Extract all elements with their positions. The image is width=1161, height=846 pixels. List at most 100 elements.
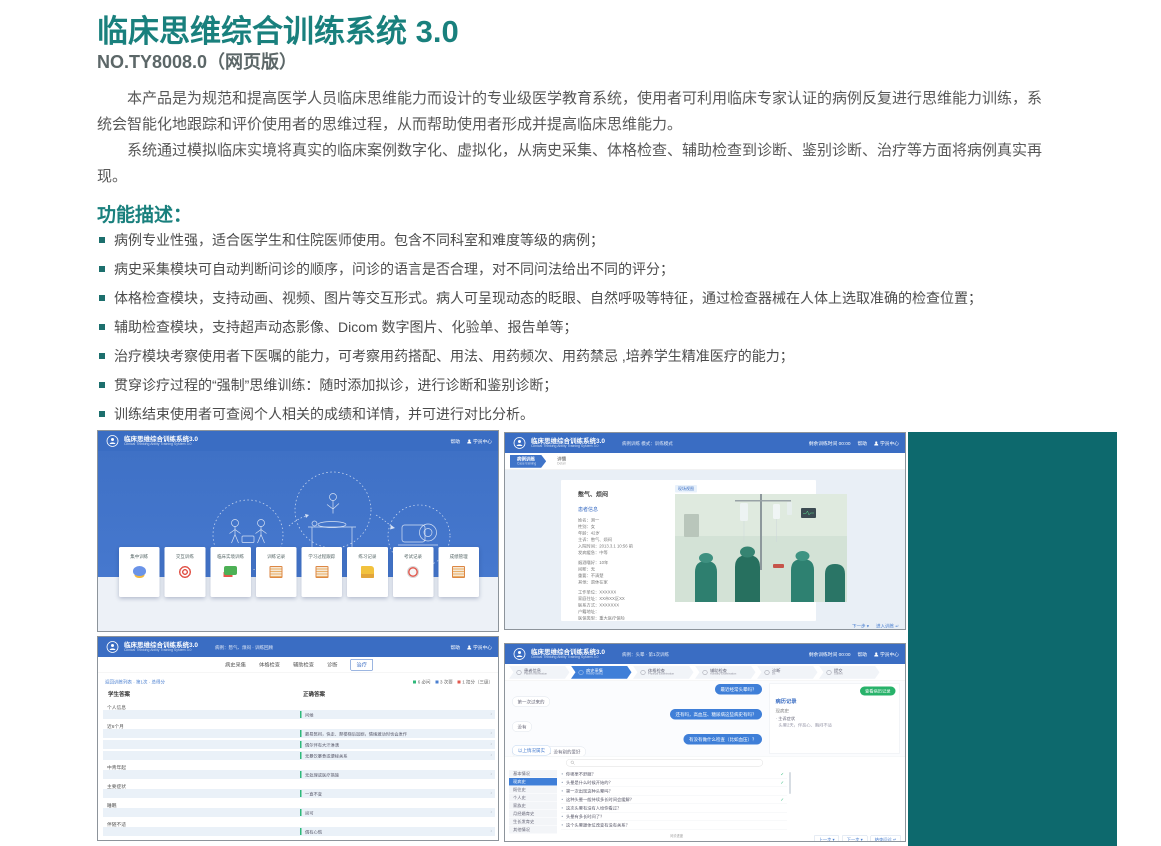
next-step-link[interactable]: 下一步 ▾ [852, 623, 869, 630]
back-to-list-link[interactable]: 返回训练列表 · 第1次 · 总得分 [105, 678, 165, 685]
end-inquiry-button[interactable]: 结束问诊 ↵ [870, 835, 901, 842]
tile-icon [407, 566, 419, 578]
bullet-icon [99, 295, 105, 301]
bullet-icon: • [562, 796, 563, 804]
question-item[interactable]: • 这个头晕跟体位改变有没有关系？ ✓ [561, 821, 787, 830]
confirm-pill[interactable]: 以上情况属实 [512, 745, 551, 756]
user-menu[interactable]: 学员中心 [467, 644, 492, 651]
feature-item: 病例专业性强，适合医学生和住院医师使用。包含不同科室和难度等级的病例； [97, 232, 1049, 249]
module-tile[interactable]: 集中训练 [119, 547, 160, 597]
module-tile[interactable]: 成绩管理 [438, 547, 479, 597]
wizard-step[interactable]: 病史采集History taking [571, 666, 632, 679]
question-item[interactable]: • 你哪里不舒服？ ✓ [561, 770, 787, 779]
app-logo-icon [513, 648, 526, 661]
breadcrumb-detail[interactable]: 详情Detail [550, 455, 576, 468]
tab[interactable]: 体格检查 [259, 661, 280, 669]
chevron-right-icon: › [490, 742, 492, 748]
tile-label: 学习过程跟踪 [302, 553, 343, 560]
chevron-right-icon: › [490, 829, 492, 835]
question-item[interactable]: • 这种头晕一般持续多长时间会缓解？ ✓ [561, 796, 787, 805]
breadcrumb: 病例训练Case training 详情Detail [505, 453, 906, 470]
wizard-step[interactable]: 诊断Dx [757, 666, 818, 679]
module-tile[interactable]: 练习记录 [347, 547, 388, 597]
wizard-step[interactable]: 辅助检查Auxiliary Examination [695, 666, 756, 679]
category-item[interactable]: 月经婚育史 [509, 810, 557, 818]
user-menu[interactable]: 学员中心 [467, 438, 492, 445]
tab[interactable]: 诊断 [327, 661, 338, 669]
question-item[interactable]: • 这次头晕有没有人给你看过？ ✓ [561, 804, 787, 813]
category-item[interactable]: 既往史 [509, 786, 557, 794]
user-menu[interactable]: 学员中心 [874, 440, 899, 447]
time-left-label: 剩余训练时间 00:00 [809, 440, 851, 447]
tab[interactable]: 病史采集 [225, 661, 246, 669]
category-item[interactable]: 个人史 [509, 794, 557, 802]
features-heading: 功能描述： [97, 200, 192, 227]
user-menu[interactable]: 学员中心 [874, 651, 899, 658]
screenshot-dashboard: 临床思维综合训练系统3.0Clinical Thinking Ability T… [97, 430, 499, 632]
category-item[interactable]: 现病史 [509, 778, 557, 786]
answer-marker [300, 790, 302, 797]
screenshot-answer-review: 临床思维综合训练系统3.0Clinical Thinking Ability T… [97, 636, 499, 841]
help-link[interactable]: 帮助 [450, 644, 460, 651]
patient-info-line: 医保类型：重大医疗保险 [578, 615, 668, 622]
category-item[interactable]: 家族史 [509, 802, 557, 810]
bullet-icon [99, 353, 105, 359]
question-item[interactable]: • 头晕有多长时间了？ ✓ [561, 813, 787, 822]
patient-info-link[interactable]: 患者信息 [578, 505, 598, 513]
chevron-right-icon: › [490, 791, 492, 797]
bullet-icon [99, 382, 105, 388]
header-case-info: 病例：憋气、烦闷 · 训练回顾 [215, 644, 273, 651]
help-link[interactable]: 帮助 [857, 651, 867, 658]
bullet-icon [99, 324, 105, 330]
module-tile[interactable]: 临床实境训练 [210, 547, 251, 597]
step-icon [579, 670, 584, 675]
help-link[interactable]: 帮助 [857, 440, 867, 447]
time-left-label: 剩余训练时间 00:00 [809, 651, 851, 658]
wizard-step[interactable]: 患者信息Patient Information [509, 666, 570, 679]
answer-row: 主要症状 › [98, 781, 499, 789]
answer-marker [300, 730, 302, 737]
intro-paragraph: 本产品是为规范和提高医学人员临床思维能力而设计的专业级医学教育系统，使用者可利用… [97, 86, 1045, 138]
category-item[interactable]: 基本情况 [509, 770, 557, 778]
wizard-step[interactable]: 体格检查Physical Examination [633, 666, 694, 679]
review-tabs: 病史采集 体格检查 辅助检查 诊断 治疗 [98, 657, 499, 673]
question-item[interactable]: • 第一次出现这种头晕吗？ ✓ [561, 787, 787, 796]
check-icon: ✓ [780, 796, 784, 804]
app-title-en: Clinical Thinking Ability Training Syste… [124, 649, 198, 653]
user-icon [874, 652, 879, 657]
question-item[interactable]: • 头晕是什么时候开始的？ ✓ [561, 779, 787, 788]
case-card: 憋气、烦闷 患者信息 姓名：测一性别：女年龄：42岁主诉：憋气、烦闷入院时间：2… [561, 480, 816, 621]
answer-row: 中青年起 › [98, 762, 499, 770]
answer-rows: 个人信息 › 问候 › [98, 702, 499, 841]
scrollbar[interactable] [789, 772, 791, 794]
category-item[interactable]: 生长发育史 [509, 818, 557, 826]
tile-label: 临床实境训练 [210, 553, 251, 560]
wizard-step[interactable]: 提交Submit [819, 666, 880, 679]
bullet-icon [99, 237, 105, 243]
feature-item: 辅助检查模块，支持超声动态影像、Dicom 数字图片、化验单、报告单等； [97, 319, 1049, 336]
view-record-button[interactable]: 查看病历记录 [860, 687, 896, 696]
module-tile[interactable]: 交互训练 [165, 547, 206, 597]
module-tile[interactable]: 训练记录 [256, 547, 297, 597]
bullet-icon: • [562, 770, 563, 778]
tab[interactable]: 治疗 [351, 659, 374, 671]
answer-row: 近6个月 › [98, 721, 499, 729]
step-icon [765, 670, 770, 675]
next-step-button[interactable]: 下一步 ▾ [842, 835, 867, 842]
legend-item: 6 必问 [413, 678, 430, 685]
enter-training-link[interactable]: 进入训练 ↵ [876, 623, 899, 630]
module-tile[interactable]: 考试记录 [393, 547, 434, 597]
category-item[interactable]: 其他情况 [509, 826, 557, 834]
chat-bubble: 第一次过来的 [512, 697, 550, 708]
header-case-info: 病例训练 模式：训练模式 [622, 440, 673, 447]
breadcrumb-case-training[interactable]: 病例训练Case training [510, 455, 546, 468]
step-icon [703, 670, 708, 675]
question-search-input[interactable] [566, 759, 763, 767]
module-tile[interactable]: 学习过程跟踪 [302, 547, 343, 597]
bullet-icon: • [562, 779, 563, 787]
prev-step-button[interactable]: 上一步 ▾ [814, 835, 839, 842]
bullet-icon: • [562, 804, 563, 812]
screenshot-history-taking: 临床思维综合训练系统3.0Clinical Thinking Ability T… [504, 643, 906, 842]
help-link[interactable]: 帮助 [450, 438, 460, 445]
tab[interactable]: 辅助检查 [293, 661, 314, 669]
